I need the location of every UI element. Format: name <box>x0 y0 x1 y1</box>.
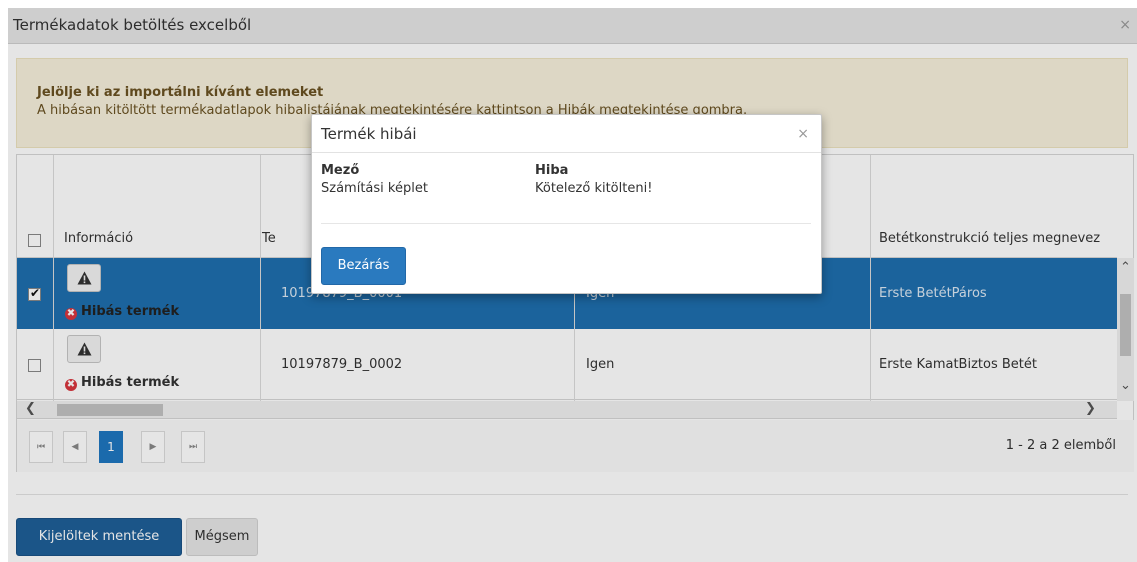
row-checkbox[interactable] <box>28 359 41 372</box>
scroll-left-icon[interactable]: ❮ <box>25 401 36 416</box>
cell-name: Erste BetétPáros <box>879 286 987 301</box>
dialog-header: Termékadatok betöltés excelből × <box>8 8 1137 44</box>
column-divider <box>260 155 261 401</box>
column-header-code[interactable]: Te <box>262 231 276 246</box>
column-header-info[interactable]: Információ <box>64 231 133 246</box>
column-divider <box>870 155 871 401</box>
cell-flag: Igen <box>586 357 615 372</box>
error-circle-icon: ✖ <box>65 308 77 320</box>
modal-header: Termék hibái × <box>312 115 821 153</box>
first-page-button[interactable]: ⏮ <box>29 431 53 463</box>
field-value: Számítási képlet <box>321 181 428 196</box>
show-errors-button[interactable] <box>67 335 101 363</box>
scroll-up-icon[interactable]: ⌃ <box>1120 260 1131 275</box>
row-checkbox[interactable] <box>28 286 41 301</box>
vertical-scroll-thumb[interactable] <box>1120 294 1131 356</box>
select-all-checkbox[interactable] <box>28 234 41 247</box>
show-errors-button[interactable] <box>67 264 101 292</box>
column-divider <box>53 155 54 401</box>
pager-info: 1 - 2 a 2 elemből <box>1005 438 1116 453</box>
alert-title: Jelölje ki az importálni kívánt elemeket <box>37 85 324 100</box>
next-page-button[interactable]: ▶ <box>141 431 165 463</box>
scroll-right-icon[interactable]: ❯ <box>1085 401 1096 416</box>
close-modal-button[interactable]: Bezárás <box>321 247 406 285</box>
horizontal-scroll-thumb[interactable] <box>57 404 163 416</box>
error-status: ✖ Hibás termék <box>65 304 180 320</box>
footer-divider <box>16 494 1128 495</box>
modal-title: Termék hibái <box>321 125 417 143</box>
scroll-down-icon[interactable]: ⌄ <box>1120 378 1131 393</box>
vertical-scrollbar[interactable]: ⌃ ⌄ <box>1117 258 1134 401</box>
save-selected-button[interactable]: Kijelöltek mentése <box>16 518 182 556</box>
prev-page-button[interactable]: ◀ <box>63 431 87 463</box>
pager: ⏮ ◀ 1 ▶ ⏭ 1 - 2 a 2 elemből <box>17 420 1134 472</box>
dialog-title: Termékadatok betöltés excelből <box>13 16 252 34</box>
modal-divider <box>321 223 811 224</box>
table-row[interactable]: ✖ Hibás termék 10197879_B_0002 Igen Erste… <box>17 329 1117 400</box>
column-header-name[interactable]: Betétkonstrukció teljes megnevez <box>879 231 1100 246</box>
product-errors-modal: Termék hibái × Mező Hiba Számítási képle… <box>311 114 822 294</box>
horizontal-scrollbar[interactable]: ❮ ❯ <box>17 401 1117 419</box>
warning-icon <box>77 342 92 356</box>
error-circle-icon: ✖ <box>65 379 77 391</box>
error-status: ✖ Hibás termék <box>65 375 180 391</box>
error-column-label: Hiba <box>535 163 569 178</box>
page-1-button[interactable]: 1 <box>99 431 123 463</box>
error-value: Kötelező kitölteni! <box>535 181 653 196</box>
modal-close-icon[interactable]: × <box>797 126 809 142</box>
cell-code: 10197879_B_0002 <box>281 357 403 372</box>
field-column-label: Mező <box>321 163 360 178</box>
cancel-button[interactable]: Mégsem <box>186 518 258 556</box>
cell-name: Erste KamatBiztos Betét <box>879 357 1037 372</box>
dialog-close-icon[interactable]: × <box>1119 17 1131 33</box>
warning-icon <box>77 271 92 285</box>
last-page-button[interactable]: ⏭ <box>181 431 205 463</box>
